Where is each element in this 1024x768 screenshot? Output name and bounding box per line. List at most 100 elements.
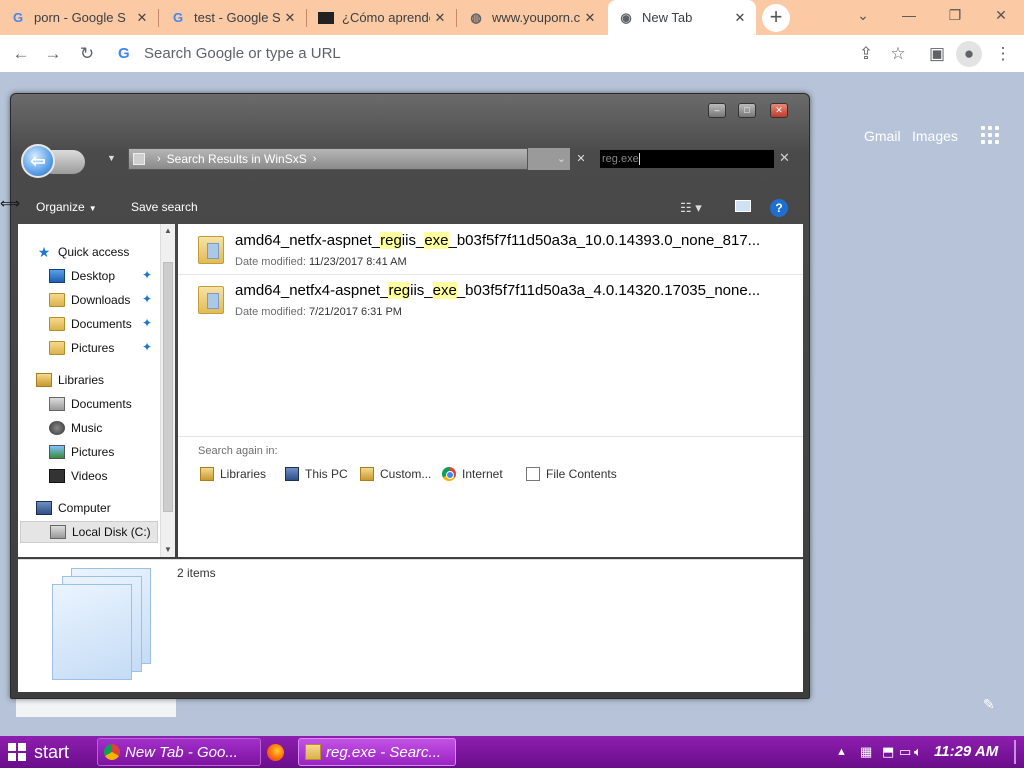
tab-divider bbox=[158, 9, 159, 27]
organize-menu[interactable]: Organize ▼ bbox=[36, 200, 97, 214]
show-desktop-divider[interactable] bbox=[1014, 740, 1016, 764]
multiple-items-icon bbox=[52, 584, 132, 680]
close-icon[interactable]: ✕ bbox=[730, 10, 750, 26]
breadcrumb[interactable]: Search Results in WinSxS bbox=[167, 152, 307, 166]
browser-tab-1[interactable]: G porn - Google S ✕ bbox=[0, 0, 158, 35]
tray-expand-icon[interactable]: ▲ bbox=[836, 736, 847, 768]
browser-tab-2[interactable]: G test - Google S ✕ bbox=[160, 0, 306, 35]
customize-pencil-icon[interactable]: ✎ bbox=[983, 696, 995, 713]
preview-pane-icon[interactable] bbox=[735, 200, 751, 212]
explorer-close-button[interactable]: ✕ bbox=[770, 103, 788, 118]
menu-kebab-icon[interactable]: ⋮ bbox=[990, 41, 1016, 67]
nav-quick-access[interactable]: ★ Quick access bbox=[36, 242, 130, 262]
nav-documents[interactable]: Documents bbox=[49, 314, 132, 334]
nav-desktop[interactable]: Desktop bbox=[49, 266, 115, 286]
google-icon: G bbox=[172, 10, 184, 25]
divider bbox=[178, 436, 803, 437]
address-dropdown-icon[interactable]: ⌄ bbox=[528, 148, 570, 170]
browser-tab-4[interactable]: ◍ www.youporn.c ✕ bbox=[458, 0, 606, 35]
close-icon[interactable]: ✕ bbox=[280, 10, 300, 26]
images-link[interactable]: Images bbox=[912, 128, 958, 144]
taskbar-explorer-button[interactable]: reg.exe - Searc... bbox=[298, 738, 456, 766]
save-search-button[interactable]: Save search bbox=[131, 200, 198, 214]
browser-tab-5-active[interactable]: ◉ New Tab ✕ bbox=[608, 0, 756, 35]
result-row[interactable]: amd64_netfx4-aspnet_regiis_exe_b03f5f7f1… bbox=[178, 274, 803, 324]
pin-icon[interactable]: ✦ bbox=[142, 268, 152, 282]
close-icon[interactable]: ✕ bbox=[430, 10, 450, 26]
omnibox[interactable]: G Search Google or type a URL bbox=[110, 38, 890, 69]
change-view-icon[interactable]: ☷ ▾ bbox=[680, 200, 702, 216]
nav-computer[interactable]: Computer bbox=[36, 498, 111, 518]
nav-pictures[interactable]: Pictures bbox=[49, 338, 114, 358]
explorer-minimize-button[interactable]: – bbox=[708, 103, 726, 118]
chevron-right-icon[interactable]: › bbox=[313, 153, 317, 165]
folder-icon bbox=[198, 236, 224, 264]
nav-local-disk[interactable]: Local Disk (C:) bbox=[20, 521, 158, 543]
back-arrow-icon[interactable]: ← bbox=[8, 41, 34, 67]
search-again-libraries[interactable]: Libraries bbox=[200, 467, 266, 481]
pin-icon[interactable]: ✦ bbox=[142, 292, 152, 306]
result-date: Date modified: 7/21/2017 6:31 PM bbox=[235, 306, 402, 318]
nav-lib-pictures[interactable]: Pictures bbox=[49, 442, 114, 462]
clock[interactable]: 11:29 AM bbox=[934, 736, 998, 768]
search-again-file-contents[interactable]: File Contents bbox=[526, 467, 617, 481]
result-name[interactable]: amd64_netfx-aspnet_regiis_exe_b03f5f7f11… bbox=[235, 232, 791, 249]
nav-libraries[interactable]: Libraries bbox=[36, 370, 104, 390]
explorer-maximize-button[interactable]: □ bbox=[738, 103, 756, 118]
search-again-this-pc[interactable]: This PC bbox=[285, 467, 348, 481]
side-panel-icon[interactable]: ▣ bbox=[924, 41, 950, 67]
minimize-icon[interactable]: — bbox=[886, 0, 932, 32]
help-icon[interactable]: ? bbox=[770, 199, 788, 217]
search-again-internet[interactable]: Internet bbox=[442, 467, 503, 481]
tab-search-icon[interactable]: ⌄ bbox=[840, 0, 886, 32]
restore-icon[interactable]: ❐ bbox=[932, 0, 978, 32]
share-icon[interactable]: ⇪ bbox=[853, 41, 879, 67]
tray-app-icon[interactable]: ▦ bbox=[860, 736, 872, 768]
forward-arrow-icon[interactable]: → bbox=[40, 41, 66, 67]
nav-videos[interactable]: Videos bbox=[49, 466, 107, 486]
window-close-icon[interactable]: ✕ bbox=[978, 0, 1024, 32]
result-row[interactable]: amd64_netfx-aspnet_regiis_exe_b03f5f7f11… bbox=[178, 224, 803, 274]
search-clear-icon[interactable]: ✕ bbox=[779, 150, 790, 166]
new-tab-button[interactable]: + bbox=[762, 4, 790, 32]
apps-grid-icon[interactable] bbox=[981, 126, 999, 144]
search-again-custom[interactable]: Custom... bbox=[360, 467, 431, 481]
gmail-link[interactable]: Gmail bbox=[864, 128, 901, 144]
pin-icon[interactable]: ✦ bbox=[142, 340, 152, 354]
nav-scrollbar[interactable]: ▲ ▼ bbox=[160, 224, 175, 557]
local-disk-icon bbox=[50, 525, 66, 539]
reload-icon[interactable]: ↻ bbox=[74, 41, 100, 67]
scroll-up-icon[interactable]: ▲ bbox=[161, 224, 175, 238]
volume-icon[interactable]: 🔈︎ bbox=[914, 736, 922, 768]
address-bar[interactable]: › Search Results in WinSxS › bbox=[128, 148, 528, 170]
pin-icon[interactable]: ✦ bbox=[142, 316, 152, 330]
result-name[interactable]: amd64_netfx4-aspnet_regiis_exe_b03f5f7f1… bbox=[235, 282, 791, 299]
libraries-icon bbox=[36, 373, 52, 387]
globe-icon: ◍ bbox=[470, 9, 482, 25]
pictures-library-icon bbox=[49, 445, 65, 459]
bookmark-star-icon[interactable]: ☆ bbox=[885, 41, 911, 67]
firefox-icon[interactable] bbox=[267, 744, 284, 761]
omnibox-placeholder: Search Google or type a URL bbox=[144, 45, 341, 62]
start-button[interactable]: start bbox=[0, 736, 92, 768]
nav-music[interactable]: Music bbox=[49, 418, 102, 438]
close-icon[interactable]: ✕ bbox=[580, 10, 600, 26]
nav-lib-documents[interactable]: Documents bbox=[49, 394, 132, 414]
tray-network-icon[interactable]: ⬒ bbox=[882, 736, 894, 768]
computer-icon bbox=[36, 501, 52, 515]
music-icon bbox=[49, 421, 65, 435]
chrome-icon bbox=[104, 744, 120, 760]
tray-monitor-icon[interactable]: ▭ bbox=[899, 736, 911, 768]
address-clear-icon[interactable]: ✕ bbox=[571, 148, 591, 170]
profile-avatar-icon[interactable]: ● bbox=[956, 41, 982, 67]
history-dropdown-icon[interactable]: ▼ bbox=[107, 153, 116, 163]
star-icon: ★ bbox=[37, 244, 51, 260]
nav-downloads[interactable]: Downloads bbox=[49, 290, 130, 310]
scroll-thumb[interactable] bbox=[163, 262, 173, 512]
back-button[interactable]: ⇦ bbox=[21, 144, 55, 178]
search-input[interactable]: reg.exe bbox=[600, 150, 774, 168]
scroll-down-icon[interactable]: ▼ bbox=[161, 543, 175, 557]
close-icon[interactable]: ✕ bbox=[132, 10, 152, 26]
taskbar-chrome-button[interactable]: New Tab - Goo... bbox=[97, 738, 261, 766]
browser-tab-3[interactable]: ¿Cómo aprende ✕ bbox=[308, 0, 456, 35]
